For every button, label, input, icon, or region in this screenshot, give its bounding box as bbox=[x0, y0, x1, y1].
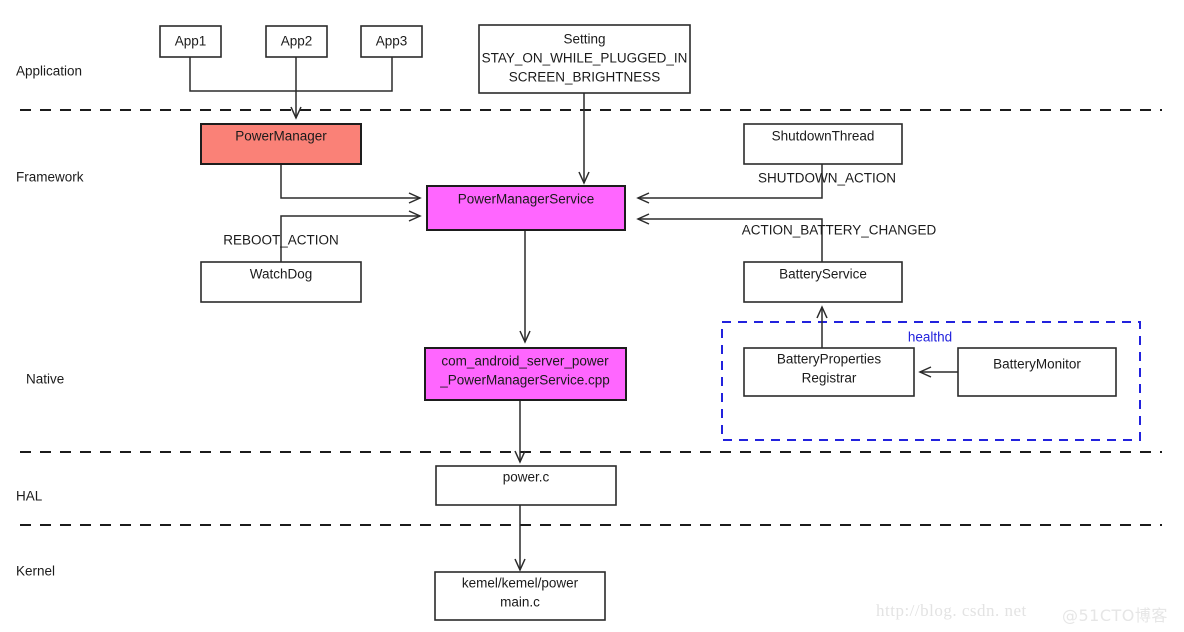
watermark-url: http://blog. csdn. net bbox=[876, 601, 1027, 620]
node-power-c[interactable]: power.c bbox=[435, 465, 617, 506]
node-jni-power-manager-service[interactable]: com_android_server_power _PowerManagerSe… bbox=[424, 347, 627, 401]
node-battery-properties-registrar[interactable]: BatteryProperties Registrar bbox=[743, 347, 915, 397]
node-registrar-label-line1: BatteryProperties bbox=[777, 352, 882, 367]
node-setting[interactable]: Setting STAY_ON_WHILE_PLUGGED_IN SCREEN_… bbox=[478, 24, 691, 94]
diagram-canvas: Application Framework Native HAL Kernel … bbox=[0, 0, 1184, 632]
node-watchdog-label: WatchDog bbox=[250, 267, 313, 282]
layer-label-native: Native bbox=[26, 372, 64, 387]
edge-label-shutdown-action: SHUTDOWN_ACTION bbox=[758, 171, 896, 186]
node-watchdog[interactable]: WatchDog bbox=[200, 261, 362, 303]
node-battery-monitor-label: BatteryMonitor bbox=[993, 357, 1081, 372]
node-setting-label-line1: Setting bbox=[563, 32, 605, 47]
node-app2-label: App2 bbox=[281, 34, 313, 49]
node-setting-label-line3: SCREEN_BRIGHTNESS bbox=[509, 70, 661, 85]
node-power-manager-label: PowerManager bbox=[235, 129, 327, 144]
connector-apps-bus bbox=[189, 57, 393, 92]
node-app2[interactable]: App2 bbox=[265, 25, 328, 58]
diagram-svg: Application Framework Native HAL Kernel … bbox=[16, 24, 1162, 621]
node-shutdown-thread-label: ShutdownThread bbox=[772, 129, 875, 144]
node-jni-label-line2: _PowerManagerService.cpp bbox=[439, 373, 610, 388]
edge-label-reboot-action: REBOOT_ACTION bbox=[223, 233, 339, 248]
node-battery-service-label: BatteryService bbox=[779, 267, 867, 282]
layer-label-kernel: Kernel bbox=[16, 564, 55, 579]
node-kernel-label-line2: main.c bbox=[500, 595, 540, 610]
connector-powermanager-to-powermanagerservice bbox=[280, 164, 422, 204]
node-power-manager[interactable]: PowerManager bbox=[200, 123, 362, 165]
node-battery-monitor-rect[interactable] bbox=[957, 347, 1117, 397]
layer-label-framework: Framework bbox=[16, 170, 84, 185]
node-app3[interactable]: App3 bbox=[360, 25, 423, 58]
node-jni-label-line1: com_android_server_power bbox=[441, 354, 609, 369]
node-power-manager-service[interactable]: PowerManagerService bbox=[426, 185, 626, 231]
node-app1-label: App1 bbox=[175, 34, 207, 49]
layer-label-application: Application bbox=[16, 64, 82, 79]
node-kernel-label-line1: kemel/kemel/power bbox=[462, 576, 579, 591]
node-kernel-power-main[interactable]: kemel/kemel/power main.c bbox=[434, 571, 606, 621]
watermark-site: @51CTO博客 bbox=[1062, 606, 1168, 625]
node-battery-monitor[interactable]: BatteryMonitor bbox=[957, 347, 1117, 397]
node-app1[interactable]: App1 bbox=[159, 25, 222, 58]
node-shutdown-thread[interactable]: ShutdownThread bbox=[743, 123, 903, 165]
edge-label-action-battery-changed: ACTION_BATTERY_CHANGED bbox=[742, 223, 937, 238]
layer-label-hal: HAL bbox=[16, 489, 43, 504]
node-power-manager-service-label: PowerManagerService bbox=[458, 192, 595, 207]
group-label-healthd: healthd bbox=[908, 330, 952, 345]
node-battery-service[interactable]: BatteryService bbox=[743, 261, 903, 303]
node-setting-label-line2: STAY_ON_WHILE_PLUGGED_IN bbox=[482, 51, 688, 66]
node-app3-label: App3 bbox=[376, 34, 408, 49]
node-registrar-label-line2: Registrar bbox=[802, 371, 857, 386]
node-power-c-label: power.c bbox=[503, 470, 550, 485]
